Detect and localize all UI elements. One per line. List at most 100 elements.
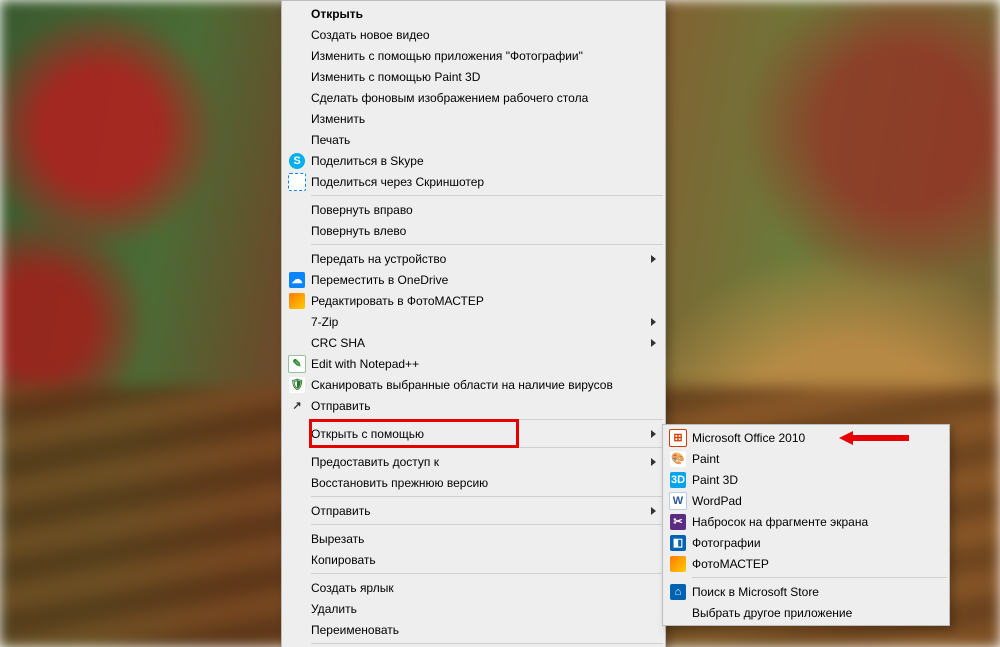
menu-item-label: Microsoft Office 2010 xyxy=(692,431,918,445)
fotomaster-icon xyxy=(289,293,305,309)
menu-item-snip[interactable]: ✂Набросок на фрагменте экрана xyxy=(664,511,948,532)
antivirus-icon: 🛡 xyxy=(289,377,305,393)
menu-item-paint[interactable]: 🎨Paint xyxy=(664,448,948,469)
menu-item-icon-cell xyxy=(283,311,311,332)
menu-item-move-onedrive[interactable]: ☁Переместить в OneDrive xyxy=(283,269,664,290)
submenu-arrow-icon xyxy=(651,318,656,326)
menu-item-label: Переместить в OneDrive xyxy=(311,273,634,287)
menu-item-7zip[interactable]: 7-Zip xyxy=(283,311,664,332)
menu-item-open-with[interactable]: Открыть с помощью xyxy=(283,423,664,444)
screenshoter-icon xyxy=(288,173,306,191)
menu-item-give-access[interactable]: Предоставить доступ к xyxy=(283,451,664,472)
menu-item-icon-cell xyxy=(283,87,311,108)
menu-item-icon-cell xyxy=(283,598,311,619)
menu-item-label: Редактировать в ФотоМАСТЕР xyxy=(311,294,634,308)
menu-item-label: Изменить с помощью Paint 3D xyxy=(311,70,634,84)
menu-item-rotate-left[interactable]: Повернуть влево xyxy=(283,220,664,241)
menu-item-icon-cell xyxy=(283,332,311,353)
menu-item-icon-cell: ◧ xyxy=(664,532,692,553)
menu-item-copy[interactable]: Копировать xyxy=(283,549,664,570)
menu-item-label: Edit with Notepad++ xyxy=(311,357,634,371)
menu-item-print[interactable]: Печать xyxy=(283,129,664,150)
menu-item-label: Поделиться через Скриншотер xyxy=(311,175,634,189)
menu-item-icon-cell: W xyxy=(664,490,692,511)
notepadpp-icon: ✎ xyxy=(288,355,306,373)
menu-item-label: Предоставить доступ к xyxy=(311,455,634,469)
menu-item-set-wallpaper[interactable]: Сделать фоновым изображением рабочего ст… xyxy=(283,87,664,108)
menu-item-rotate-right[interactable]: Повернуть вправо xyxy=(283,199,664,220)
menu-item-label: Paint 3D xyxy=(692,473,918,487)
menu-item-icon-cell xyxy=(283,451,311,472)
menu-item-icon-cell xyxy=(283,248,311,269)
menu-separator xyxy=(311,447,663,448)
menu-separator xyxy=(692,577,947,578)
menu-item-rename[interactable]: Переименовать xyxy=(283,619,664,640)
menu-item-icon-cell xyxy=(283,171,311,192)
menu-item-open[interactable]: Открыть xyxy=(283,3,664,24)
menu-item-wordpad[interactable]: WWordPad xyxy=(664,490,948,511)
menu-item-label: Повернуть влево xyxy=(311,224,634,238)
menu-separator xyxy=(311,496,663,497)
menu-item-label: ФотоМАСТЕР xyxy=(692,557,918,571)
menu-item-label: Открыть xyxy=(311,7,634,21)
menu-item-fotomaster-app[interactable]: ФотоМАСТЕР xyxy=(664,553,948,574)
menu-item-label: Повернуть вправо xyxy=(311,203,634,217)
menu-item-label: Открыть с помощью xyxy=(311,427,634,441)
menu-item-icon-cell xyxy=(283,500,311,521)
menu-item-label: Отправить xyxy=(311,399,634,413)
menu-item-icon-cell: 🎨 xyxy=(664,448,692,469)
menu-item-icon-cell xyxy=(283,24,311,45)
menu-item-icon-cell: S xyxy=(283,150,311,171)
menu-item-create-shortcut[interactable]: Создать ярлык xyxy=(283,577,664,598)
share-icon: ↗ xyxy=(289,398,305,414)
menu-item-label: Поделиться в Skype xyxy=(311,154,634,168)
menu-item-icon-cell xyxy=(283,528,311,549)
menu-item-share[interactable]: ↗ Отправить xyxy=(283,395,664,416)
menu-item-choose-other[interactable]: Выбрать другое приложение xyxy=(664,602,948,623)
menu-item-edit-paint3d[interactable]: Изменить с помощью Paint 3D xyxy=(283,66,664,87)
menu-item-icon-cell: ✎ xyxy=(283,353,311,374)
menu-item-label: Набросок на фрагменте экрана xyxy=(692,515,918,529)
menu-item-edit-notepadpp[interactable]: ✎ Edit with Notepad++ xyxy=(283,353,664,374)
menu-item-search-store[interactable]: ⌂Поиск в Microsoft Store xyxy=(664,581,948,602)
paint3d-icon: 3D xyxy=(670,472,686,488)
menu-item-edit[interactable]: Изменить xyxy=(283,108,664,129)
menu-item-cast-to-device[interactable]: Передать на устройство xyxy=(283,248,664,269)
menu-item-icon-cell: ✂ xyxy=(664,511,692,532)
menu-separator xyxy=(311,524,663,525)
menu-item-restore-previous[interactable]: Восстановить прежнюю версию xyxy=(283,472,664,493)
fotomaster-icon xyxy=(670,556,686,572)
menu-item-label: Сканировать выбранные области на наличие… xyxy=(311,378,634,392)
menu-item-icon-cell: ☁ xyxy=(283,269,311,290)
menu-item-icon-cell xyxy=(664,553,692,574)
context-menu-open-with: ⊞Microsoft Office 2010🎨Paint3DPaint 3DWW… xyxy=(662,424,950,626)
menu-item-scan-virus[interactable]: 🛡 Сканировать выбранные области на наличи… xyxy=(283,374,664,395)
menu-item-crc-sha[interactable]: CRC SHA xyxy=(283,332,664,353)
menu-item-ms-office-2010[interactable]: ⊞Microsoft Office 2010 xyxy=(664,427,948,448)
submenu-arrow-icon xyxy=(651,507,656,515)
menu-item-edit-photos-app[interactable]: Изменить с помощью приложения "Фотографи… xyxy=(283,45,664,66)
menu-item-icon-cell: 🛡 xyxy=(283,374,311,395)
menu-item-label: Выбрать другое приложение xyxy=(692,606,918,620)
submenu-arrow-icon xyxy=(651,458,656,466)
menu-item-send-to[interactable]: Отправить xyxy=(283,500,664,521)
menu-item-cut[interactable]: Вырезать xyxy=(283,528,664,549)
menu-item-icon-cell xyxy=(283,577,311,598)
menu-item-share-skype[interactable]: SПоделиться в Skype xyxy=(283,150,664,171)
menu-item-icon-cell: ⌂ xyxy=(664,581,692,602)
menu-item-label: Копировать xyxy=(311,553,634,567)
menu-item-label: Сделать фоновым изображением рабочего ст… xyxy=(311,91,634,105)
menu-item-photos[interactable]: ◧Фотографии xyxy=(664,532,948,553)
menu-item-icon-cell xyxy=(283,472,311,493)
menu-item-edit-fotomaster[interactable]: Редактировать в ФотоМАСТЕР xyxy=(283,290,664,311)
menu-item-icon-cell: 3D xyxy=(664,469,692,490)
menu-item-share-screenshoter[interactable]: Поделиться через Скриншотер xyxy=(283,171,664,192)
menu-item-icon-cell xyxy=(283,45,311,66)
menu-item-paint3d[interactable]: 3D Paint 3D xyxy=(664,469,948,490)
paint-icon: 🎨 xyxy=(670,451,686,467)
menu-item-create-video[interactable]: Создать новое видео xyxy=(283,24,664,45)
menu-item-label: Поиск в Microsoft Store xyxy=(692,585,918,599)
menu-item-label: Передать на устройство xyxy=(311,252,634,266)
menu-item-delete[interactable]: Удалить xyxy=(283,598,664,619)
menu-item-label: Удалить xyxy=(311,602,634,616)
